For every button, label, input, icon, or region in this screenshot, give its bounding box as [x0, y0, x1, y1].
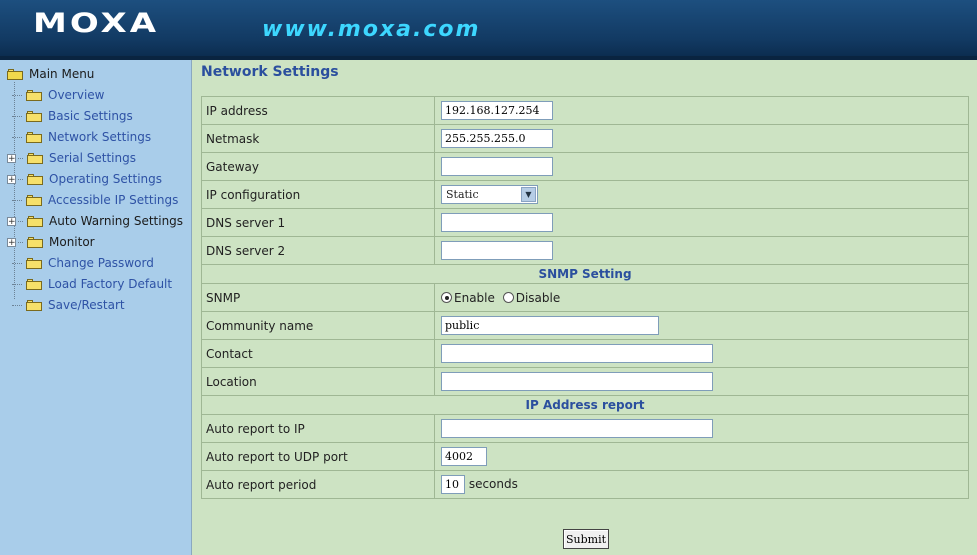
sidebar-item-overview[interactable]: Overview: [8, 86, 105, 104]
folder-icon: [26, 257, 42, 269]
snmp-enable-label[interactable]: Enable: [454, 291, 495, 305]
site-header: MOXA www.moxa.com: [0, 0, 977, 56]
form-row-dns-server-2: DNS server 2: [201, 236, 969, 265]
main-menu-label: Main Menu: [29, 67, 95, 81]
page-title: Network Settings: [201, 64, 339, 80]
ip-configuration-select[interactable]: Static ▼: [441, 185, 538, 204]
ip-address-label: IP address: [201, 96, 435, 125]
sidebar-item-basic-settings[interactable]: Basic Settings: [8, 107, 133, 125]
auto-report-period-input[interactable]: [441, 475, 465, 494]
chevron-down-icon[interactable]: ▼: [521, 187, 536, 202]
dns-server-1-label: DNS server 1: [201, 208, 435, 237]
main-menu-sidebar: Main Menu Overview Basic Settings Networ…: [0, 60, 192, 555]
sidebar-item-label: Serial Settings: [49, 151, 136, 165]
sidebar-item-change-password[interactable]: Change Password: [8, 254, 154, 272]
form-row-auto-report-period: Auto report period seconds: [201, 470, 969, 499]
folder-icon: [26, 131, 42, 143]
sidebar-item-auto-warning-settings[interactable]: + Auto Warning Settings: [7, 212, 184, 230]
location-label: Location: [201, 367, 435, 396]
form-row-ip-configuration: IP configuration Static ▼: [201, 180, 969, 209]
gateway-input[interactable]: [441, 157, 553, 176]
main-menu-root[interactable]: Main Menu: [7, 65, 94, 83]
sidebar-item-label: Monitor: [49, 235, 95, 249]
sidebar-item-serial-settings[interactable]: + Serial Settings: [7, 149, 136, 167]
netmask-input[interactable]: [441, 129, 553, 148]
sidebar-item-accessible-ip-settings[interactable]: Accessible IP Settings: [8, 191, 178, 209]
ip-configuration-value: Static: [446, 188, 479, 201]
folder-icon: [26, 299, 42, 311]
community-name-input[interactable]: [441, 316, 659, 335]
snmp-disable-label[interactable]: Disable: [516, 291, 561, 305]
sidebar-item-label: Auto Warning Settings: [49, 214, 184, 228]
period-unit-label: seconds: [468, 477, 518, 491]
folder-icon: [26, 278, 42, 290]
form-row-auto-report-udp-port: Auto report to UDP port: [201, 442, 969, 471]
folder-icon: [26, 89, 42, 101]
gateway-label: Gateway: [201, 152, 435, 181]
folder-icon: [27, 152, 43, 164]
expand-plus-icon[interactable]: +: [7, 216, 16, 226]
sidebar-item-label: Overview: [48, 88, 105, 102]
sidebar-item-label: Accessible IP Settings: [48, 193, 179, 207]
form-row-netmask: Netmask: [201, 124, 969, 153]
sidebar-item-network-settings[interactable]: Network Settings: [8, 128, 151, 146]
sidebar-item-operating-settings[interactable]: + Operating Settings: [7, 170, 163, 188]
folder-icon: [26, 110, 42, 122]
folder-icon: [26, 194, 42, 206]
form-row-gateway: Gateway: [201, 152, 969, 181]
sidebar-item-label: Save/Restart: [48, 298, 125, 312]
contact-input[interactable]: [441, 344, 713, 363]
form-row-location: Location: [201, 367, 969, 396]
auto-report-udp-port-label: Auto report to UDP port: [201, 442, 435, 471]
snmp-section-title: SNMP Setting: [201, 264, 969, 284]
location-input[interactable]: [441, 372, 713, 391]
form-row-dns-server-1: DNS server 1: [201, 208, 969, 237]
sidebar-item-label: Basic Settings: [48, 109, 133, 123]
moxa-logo[interactable]: MOXA: [33, 8, 159, 39]
auto-report-ip-input[interactable]: [441, 419, 713, 438]
ip-configuration-label: IP configuration: [201, 180, 435, 209]
form-row-auto-report-ip: Auto report to IP: [201, 414, 969, 443]
form-row-snmp: SNMP Enable Disable: [201, 283, 969, 312]
folder-icon: [27, 173, 43, 185]
sidebar-item-label: Operating Settings: [49, 172, 163, 186]
community-name-label: Community name: [201, 311, 435, 340]
snmp-disable-radio[interactable]: [502, 292, 514, 304]
netmask-label: Netmask: [201, 124, 435, 153]
sidebar-item-label: Load Factory Default: [48, 277, 173, 291]
network-settings-form: IP address Netmask Gateway IP configurat…: [201, 96, 969, 499]
website-url[interactable]: www.moxa.com: [262, 17, 480, 42]
sidebar-item-save-restart[interactable]: Save/Restart: [8, 296, 125, 314]
sidebar-item-load-factory-default[interactable]: Load Factory Default: [8, 275, 172, 293]
sidebar-item-label: Change Password: [48, 256, 154, 270]
submit-button[interactable]: Submit: [563, 529, 609, 549]
section-header-snmp: SNMP Setting: [201, 264, 969, 284]
sidebar-item-label: Network Settings: [48, 130, 152, 144]
section-header-ip-address-report: IP Address report: [201, 395, 969, 415]
folder-icon: [27, 215, 43, 227]
expand-plus-icon[interactable]: +: [7, 237, 16, 247]
folder-icon: [27, 236, 43, 248]
dns-server-2-input[interactable]: [441, 241, 553, 260]
form-row-community-name: Community name: [201, 311, 969, 340]
ip-report-section-title: IP Address report: [201, 395, 969, 415]
snmp-enable-radio[interactable]: [441, 292, 452, 304]
auto-report-udp-port-input[interactable]: [441, 447, 487, 466]
expand-plus-icon[interactable]: +: [7, 174, 16, 184]
dns-server-2-label: DNS server 2: [201, 236, 435, 265]
open-folder-icon: [7, 68, 23, 80]
sidebar-item-monitor[interactable]: + Monitor: [7, 233, 95, 251]
form-row-ip-address: IP address: [201, 96, 969, 125]
form-row-contact: Contact: [201, 339, 969, 368]
expand-plus-icon[interactable]: +: [7, 153, 16, 163]
main-content: Network Settings IP address Netmask Gate…: [192, 60, 977, 555]
auto-report-period-label: Auto report period: [201, 470, 435, 499]
auto-report-ip-label: Auto report to IP: [201, 414, 435, 443]
contact-label: Contact: [201, 339, 435, 368]
snmp-label: SNMP: [201, 283, 435, 312]
ip-address-input[interactable]: [441, 101, 553, 120]
dns-server-1-input[interactable]: [441, 213, 553, 232]
